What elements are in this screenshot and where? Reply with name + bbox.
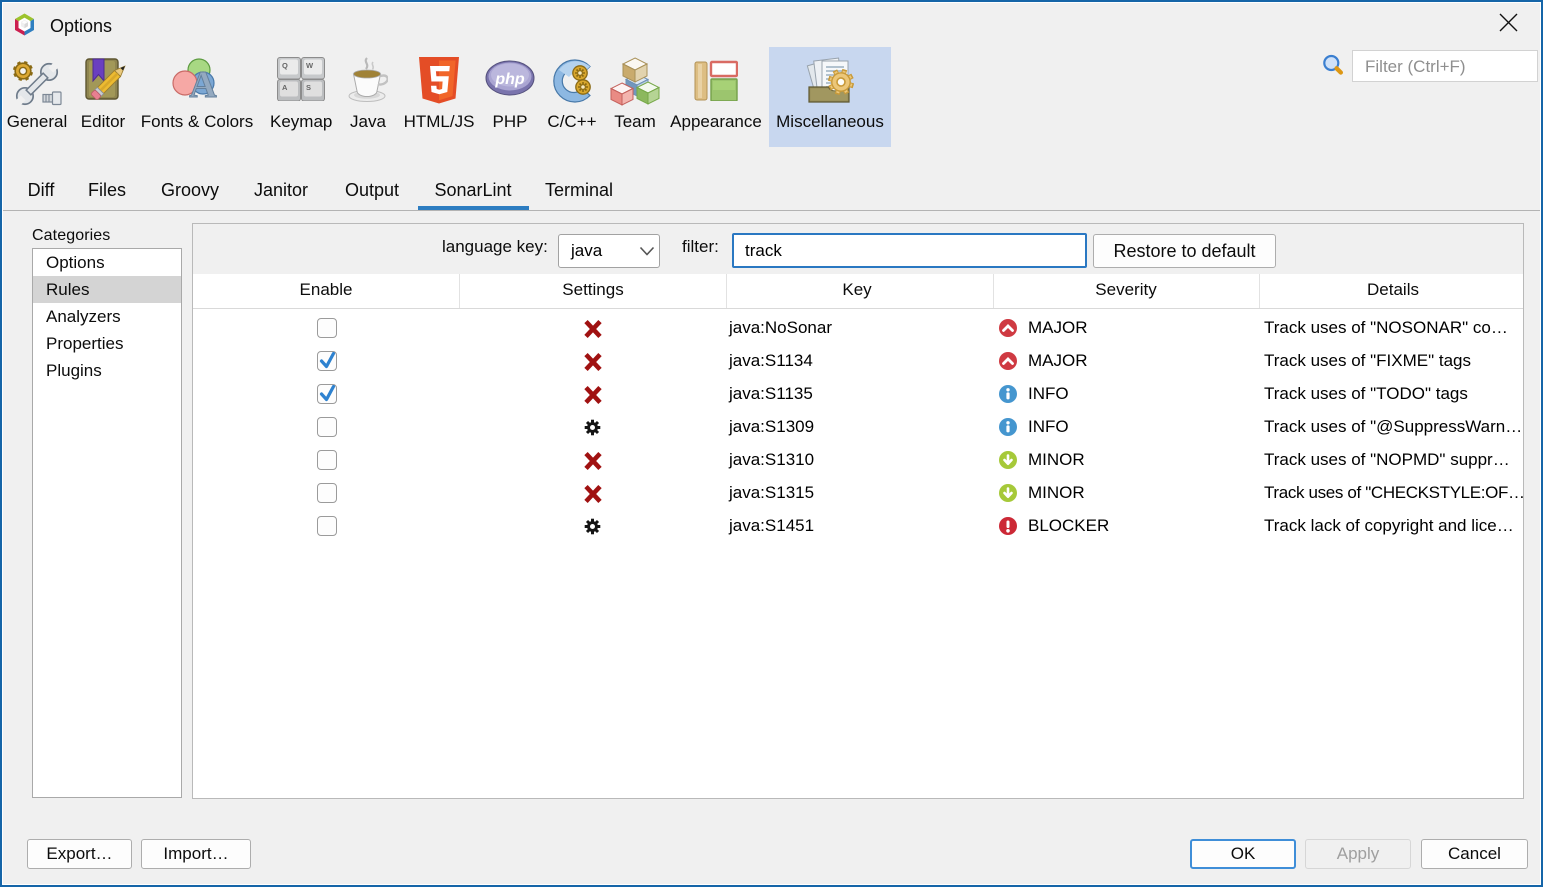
svg-text:A: A	[282, 83, 288, 92]
svg-text:S: S	[306, 83, 311, 92]
svg-text:A: A	[189, 64, 217, 105]
svg-text:W: W	[306, 61, 314, 70]
svg-text:Q: Q	[282, 61, 288, 70]
svg-text:php: php	[494, 71, 525, 88]
